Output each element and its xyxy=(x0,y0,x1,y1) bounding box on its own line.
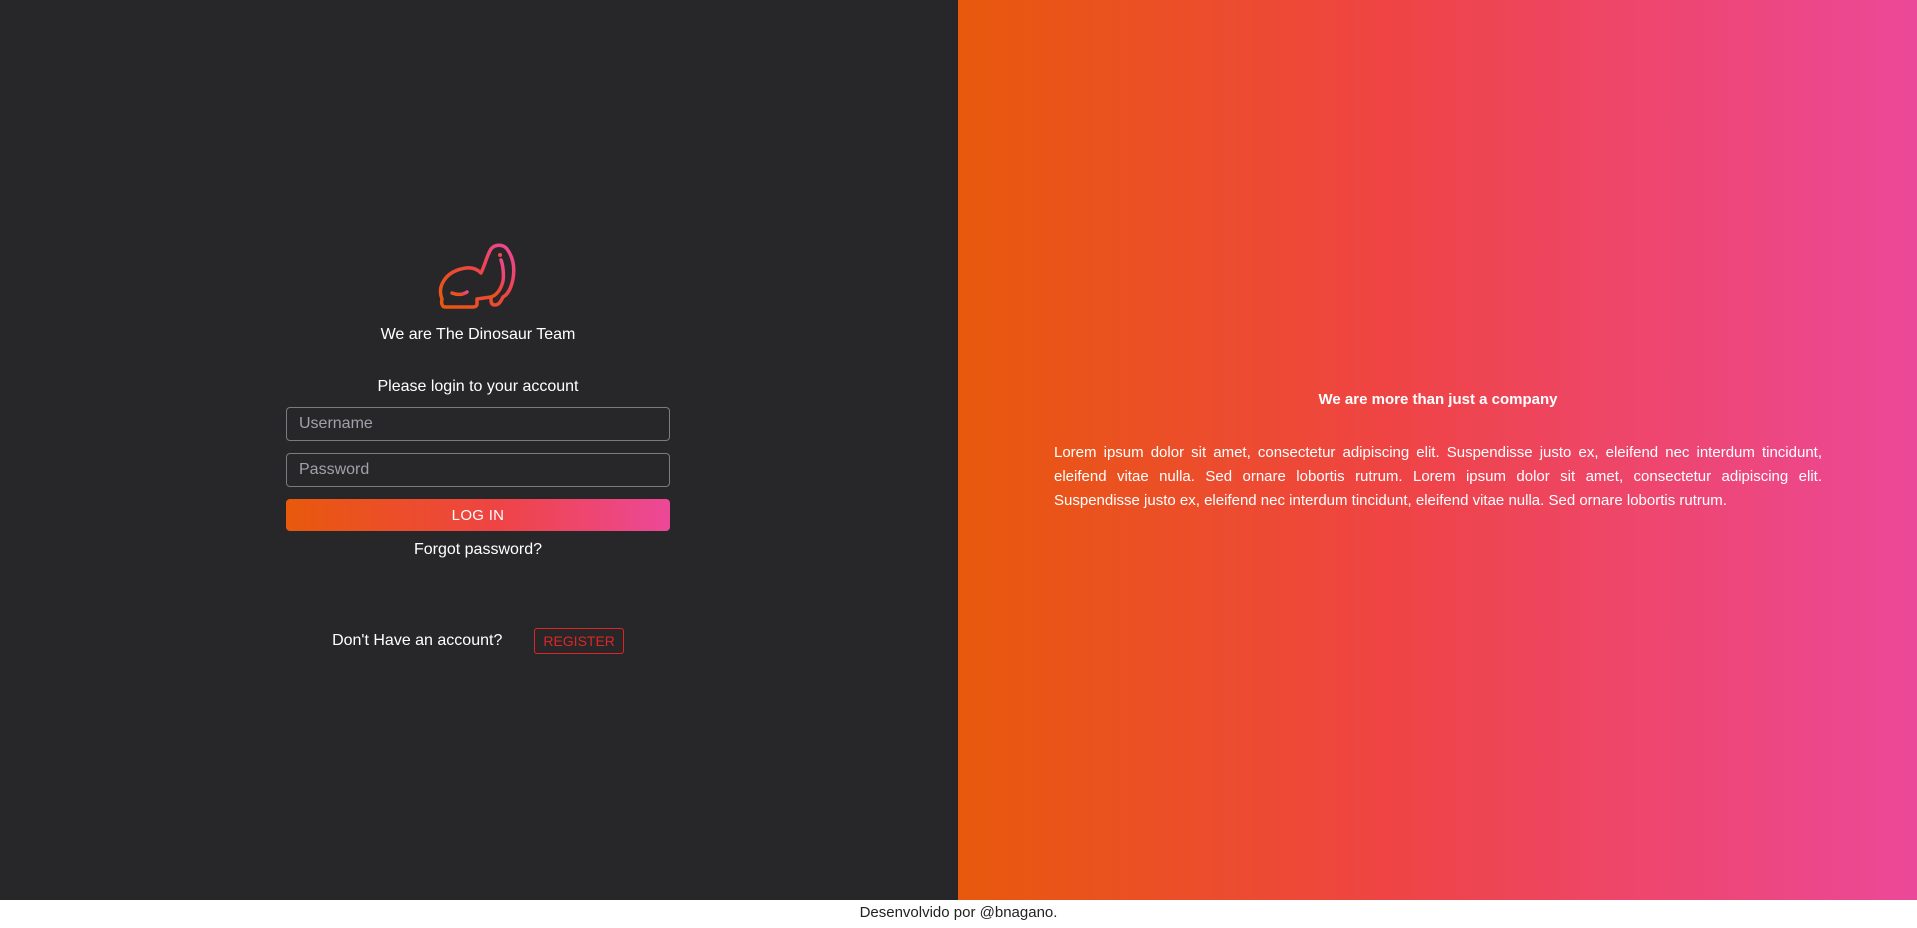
login-prompt: Please login to your account xyxy=(377,378,579,395)
promo-body: Lorem ipsum dolor sit amet, consectetur … xyxy=(1054,444,1822,509)
promo-title: We are more than just a company xyxy=(1318,391,1558,408)
username-input[interactable] xyxy=(286,407,670,441)
footer-credit: Desenvolvido por @bnagano. xyxy=(0,900,1917,928)
login-card: We are The Dinosaur Team Please login to… xyxy=(286,243,670,559)
login-panel: We are The Dinosaur Team Please login to… xyxy=(0,0,958,900)
forgot-password-link[interactable]: Forgot password? xyxy=(414,541,542,559)
register-row: Don't Have an account? REGISTER xyxy=(286,628,670,654)
login-button[interactable]: LOG IN xyxy=(286,499,670,531)
promo-panel: We are more than just a company Lorem ip… xyxy=(958,0,1917,900)
no-account-text: Don't Have an account? xyxy=(332,632,503,649)
register-button[interactable]: REGISTER xyxy=(534,628,624,654)
promo-content: We are more than just a company Lorem ip… xyxy=(1054,390,1822,528)
team-title: We are The Dinosaur Team xyxy=(380,326,576,343)
dinosaur-icon xyxy=(438,243,516,309)
password-input[interactable] xyxy=(286,453,670,487)
login-page: We are The Dinosaur Team Please login to… xyxy=(0,0,1917,928)
